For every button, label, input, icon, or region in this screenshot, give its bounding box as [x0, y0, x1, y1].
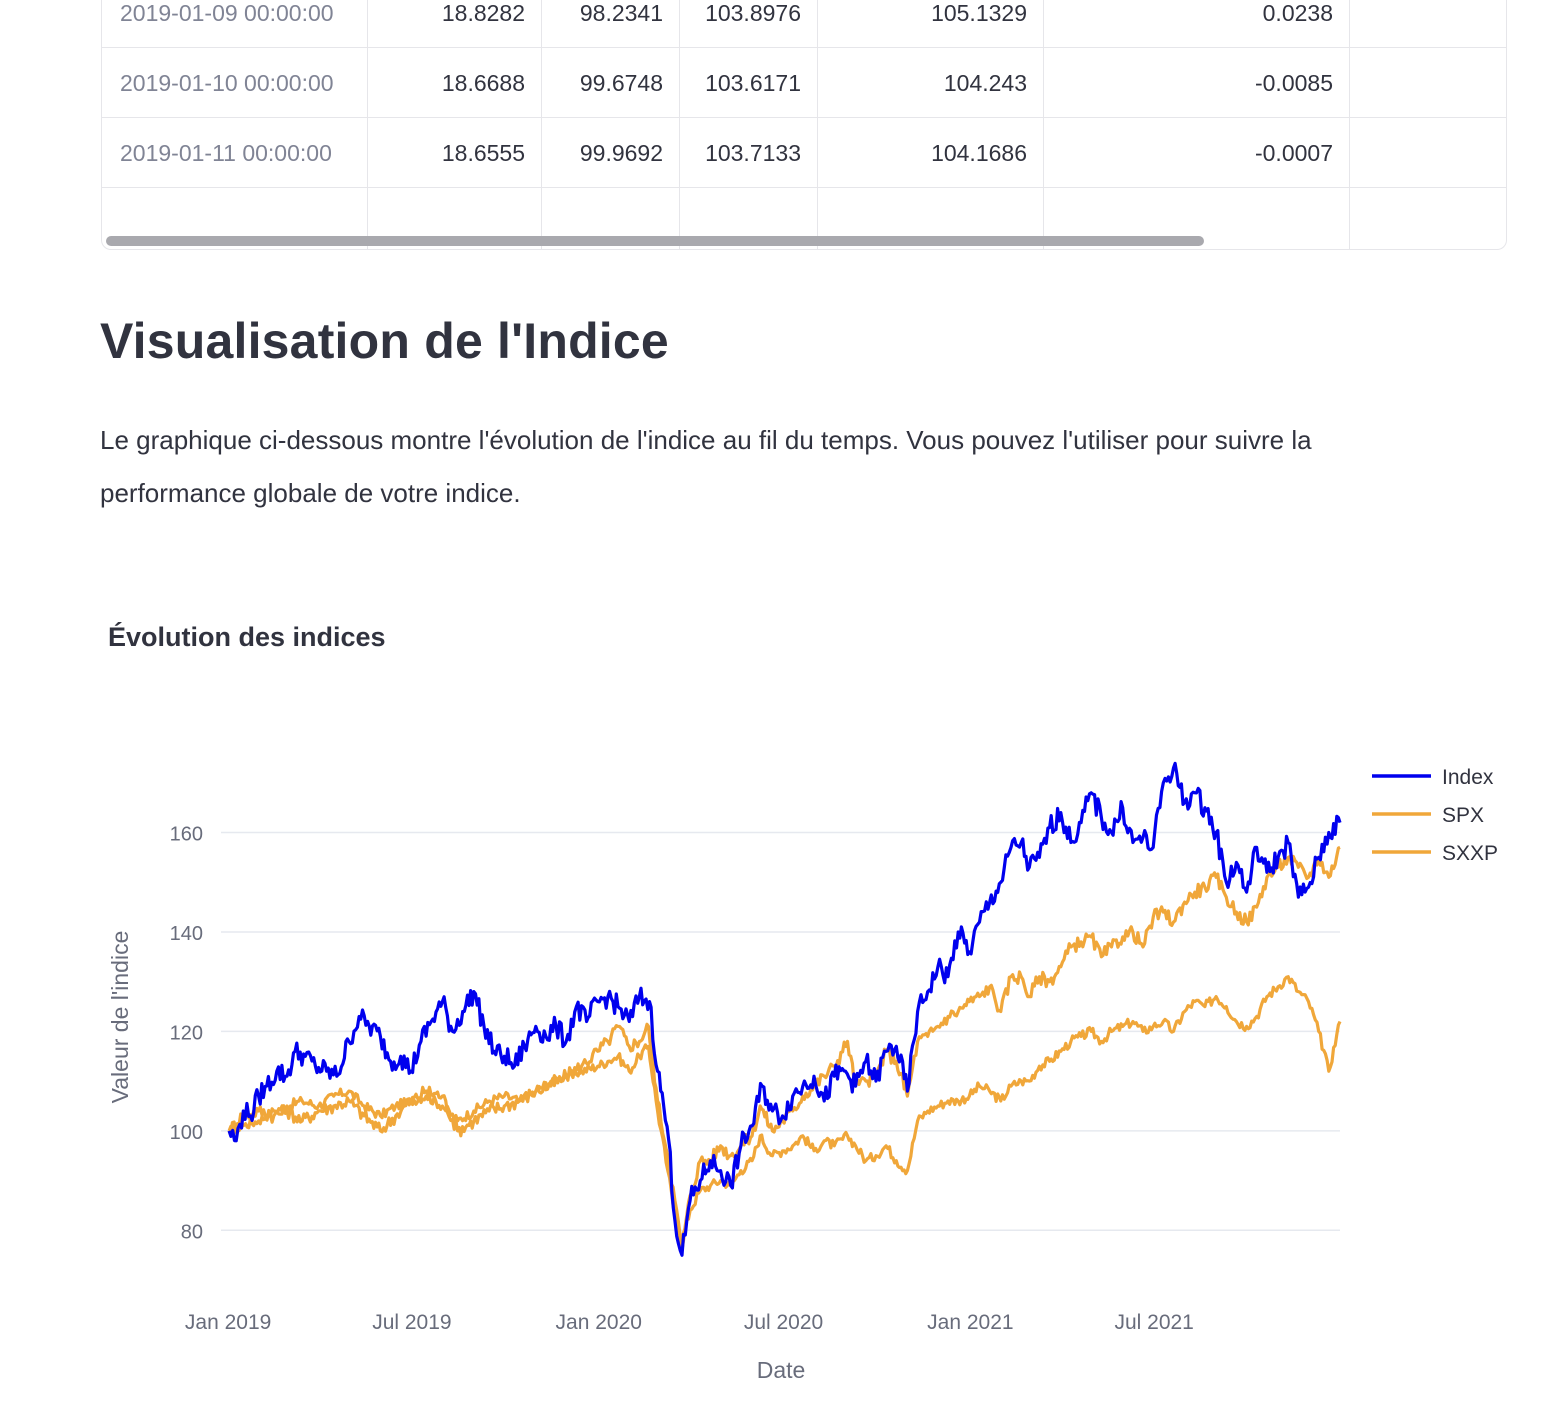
table-index-cell: 2019-01-09 00:00:00	[102, 0, 368, 48]
y-tick-label: 100	[170, 1122, 203, 1144]
table-row: 2019-01-09 00:00:00 18.8282 98.2341 103.897…	[102, 0, 1506, 48]
table-cell: 0.0238	[1044, 0, 1350, 48]
legend-label-sxxp[interactable]: SXXP	[1442, 842, 1498, 865]
series-line-index[interactable]	[227, 761, 1342, 1257]
table-cell: 18.8282	[368, 0, 542, 48]
legend-label-index[interactable]: Index	[1442, 766, 1494, 789]
x-tick-label: Jan 2021	[927, 1311, 1013, 1334]
section-description-line-1: Le graphique ci-dessous montre l'évoluti…	[100, 425, 1312, 455]
table-cell: 18.6555	[368, 118, 542, 188]
x-tick-label: Jul 2019	[372, 1311, 451, 1334]
y-tick-label: 120	[170, 1022, 203, 1044]
data-table[interactable]: 2019-01-09 00:00:00 18.8282 98.2341 103.897…	[101, 0, 1507, 250]
table-cell	[1350, 118, 1506, 188]
table-cell: 103.8976	[680, 0, 818, 48]
chart-title: Évolution des indices	[108, 621, 386, 652]
section-description: Le graphique ci-dessous montre l'évoluti…	[100, 414, 1520, 520]
index-chart[interactable]: Évolution des indices Date Valeur de l'i…	[0, 600, 1562, 1400]
y-tick-label: 160	[170, 824, 203, 846]
table-row: 2019-01-10 00:00:00 18.6688 99.6748 103.617…	[102, 48, 1506, 118]
section-title: Visualisation de l'Indice	[100, 313, 669, 369]
section-description-line-2: performance globale de votre indice.	[100, 478, 521, 508]
y-tick-label: 140	[170, 923, 203, 945]
table-cell: 105.1329	[818, 0, 1044, 48]
table-cell	[1350, 48, 1506, 118]
table-row: 2019-01-11 00:00:00 18.6555 99.9692 103.713…	[102, 118, 1506, 188]
table-index-cell: 2019-01-10 00:00:00	[102, 48, 368, 118]
table-cell: 99.9692	[542, 118, 680, 188]
series-line-sxxp[interactable]	[227, 975, 1342, 1242]
x-axis-title: Date	[757, 1357, 806, 1383]
series-line-spx[interactable]	[227, 845, 1341, 1252]
axis-ticks: 80 100 120 140 160 Jan 2019 Jul 2019 Jan 2020 Ju…	[170, 824, 1194, 1334]
table-cell: 103.7133	[680, 118, 818, 188]
x-tick-label: Jul 2021	[1114, 1311, 1193, 1334]
y-axis-title: Valeur de l'indice	[107, 931, 133, 1104]
legend-label-spx[interactable]: SPX	[1442, 804, 1484, 827]
table-cell: 99.6748	[542, 48, 680, 118]
x-tick-label: Jan 2020	[556, 1311, 642, 1334]
table-cell: 103.6171	[680, 48, 818, 118]
chart-svg[interactable]: Évolution des indices Date Valeur de l'i…	[0, 600, 1562, 1400]
y-tick-label: 80	[181, 1221, 203, 1243]
table-cell: 104.1686	[818, 118, 1044, 188]
scrollbar-thumb[interactable]	[106, 236, 1204, 246]
x-tick-label: Jan 2019	[185, 1311, 271, 1334]
x-tick-label: Jul 2020	[744, 1311, 823, 1334]
horizontal-scrollbar[interactable]	[102, 222, 1506, 249]
table-cell: 104.243	[818, 48, 1044, 118]
table-cell: 98.2341	[542, 0, 680, 48]
table-cell: 18.6688	[368, 48, 542, 118]
table-cell: -0.0085	[1044, 48, 1350, 118]
table-index-cell: 2019-01-11 00:00:00	[102, 118, 368, 188]
table-cell: -0.0007	[1044, 118, 1350, 188]
legend[interactable]: Index SPX SXXP	[1372, 766, 1498, 865]
series-lines[interactable]	[227, 761, 1342, 1257]
table-cell	[1350, 0, 1506, 48]
